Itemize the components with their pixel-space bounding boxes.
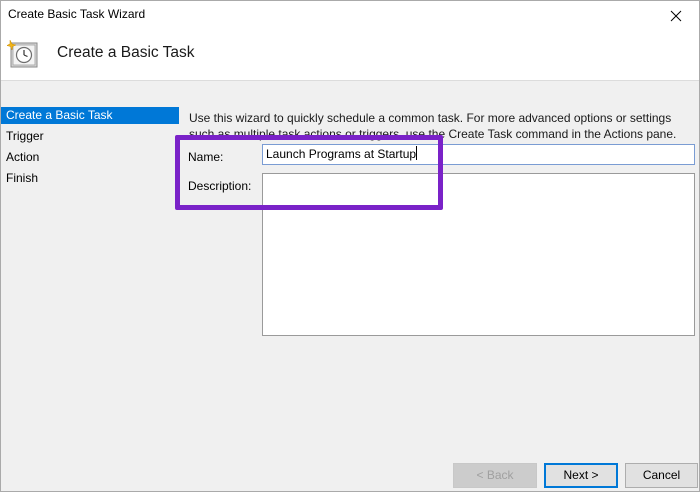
step-action[interactable]: Action xyxy=(1,149,179,166)
window-title: Create Basic Task Wizard xyxy=(8,7,146,21)
next-button[interactable]: Next > xyxy=(544,463,618,488)
intro-text: Use this wizard to quickly schedule a co… xyxy=(189,111,677,141)
close-icon xyxy=(670,10,682,21)
back-button[interactable]: < Back xyxy=(453,463,537,488)
wizard-header: Create a Basic Task xyxy=(1,30,699,81)
close-button[interactable] xyxy=(653,1,699,30)
text-caret xyxy=(416,146,418,160)
name-field[interactable]: Launch Programs at Startup xyxy=(262,144,695,165)
description-label: Description: xyxy=(188,179,252,193)
task-scheduler-clock-icon xyxy=(7,39,38,68)
wizard-window: Create Basic Task Wizard Create a Basic … xyxy=(0,0,700,492)
step-create-basic-task[interactable]: Create a Basic Task xyxy=(1,107,179,124)
step-finish[interactable]: Finish xyxy=(1,170,179,187)
cancel-button[interactable]: Cancel xyxy=(625,463,698,488)
description-field[interactable] xyxy=(262,173,695,336)
name-label: Name: xyxy=(188,150,224,164)
title-bar: Create Basic Task Wizard xyxy=(1,1,699,30)
page-title: Create a Basic Task xyxy=(57,44,195,61)
step-trigger[interactable]: Trigger xyxy=(1,128,179,145)
wizard-steps: Create a Basic Task Trigger Action Finis… xyxy=(1,107,179,462)
name-field-value: Launch Programs at Startup xyxy=(266,147,417,161)
